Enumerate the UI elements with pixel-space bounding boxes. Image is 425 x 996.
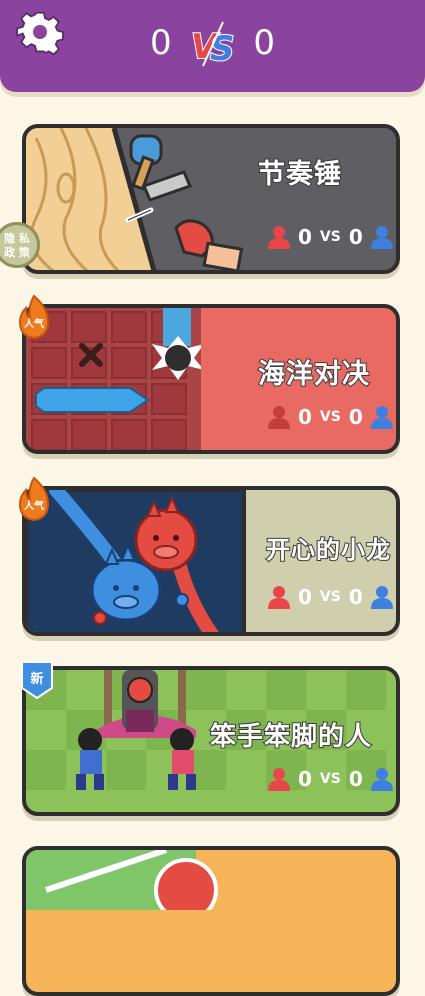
red-player-icon bbox=[268, 768, 290, 791]
partial-card-illustration bbox=[26, 850, 218, 910]
right-score: 0 bbox=[348, 225, 363, 249]
hot-badge-label: 人气 bbox=[24, 499, 44, 512]
blue-player-icon bbox=[370, 586, 393, 609]
right-total-score: 0 bbox=[253, 22, 275, 63]
right-score: 0 bbox=[348, 585, 363, 609]
game-card-happy-dragon[interactable]: 开心的小龙 0 VS 0 bbox=[22, 486, 400, 636]
blue-player-icon bbox=[370, 406, 393, 429]
game-title: 海洋对决 bbox=[257, 358, 370, 391]
new-badge-icon: 新 bbox=[21, 661, 53, 700]
hot-badge-label: 人气 bbox=[24, 317, 44, 330]
game-card-ocean-battle[interactable]: 海洋对决 0 VS 0 bbox=[22, 304, 400, 454]
hot-badge-icon: 人气 bbox=[18, 294, 50, 340]
left-score: 0 bbox=[298, 767, 312, 791]
vs-logo-icon: V S bbox=[190, 21, 235, 68]
game-title: 开心的小龙 bbox=[265, 535, 391, 565]
vs-label: VS bbox=[319, 589, 341, 605]
total-score: 0 V S 0 bbox=[0, 16, 425, 68]
vs-label: VS bbox=[319, 409, 341, 425]
red-player-icon bbox=[268, 406, 290, 429]
game-title: 笨手笨脚的人 bbox=[209, 721, 373, 753]
blue-player-icon bbox=[370, 768, 393, 791]
game-score-row: 0 VS 0 bbox=[266, 766, 395, 792]
game-card-rhythm-hammer[interactable]: 节奏锤 0 VS 0 bbox=[22, 124, 400, 274]
blue-player-icon bbox=[370, 226, 393, 249]
game-card-clumsy-people[interactable]: 笨手笨脚的人 0 VS 0 bbox=[22, 666, 400, 816]
right-score: 0 bbox=[348, 767, 363, 791]
left-total-score: 0 bbox=[150, 22, 172, 63]
privacy-label-line1: 隐 私 bbox=[4, 232, 30, 245]
left-score: 0 bbox=[298, 585, 312, 609]
left-score: 0 bbox=[298, 405, 312, 429]
red-player-icon bbox=[268, 226, 290, 249]
game-score-row: 0 VS 0 bbox=[266, 404, 395, 430]
game-score-row: 0 VS 0 bbox=[266, 224, 395, 250]
privacy-label-line2: 政 策 bbox=[4, 246, 30, 259]
game-card-partial[interactable] bbox=[22, 846, 400, 996]
hot-badge-icon: 人气 bbox=[18, 476, 50, 522]
red-player-icon bbox=[268, 586, 290, 609]
game-score-row: 0 VS 0 bbox=[266, 584, 395, 610]
happy-dragon-illustration bbox=[26, 490, 246, 632]
vs-label: VS bbox=[319, 229, 341, 245]
rhythm-hammer-illustration bbox=[26, 128, 244, 270]
new-badge-label: 新 bbox=[30, 671, 43, 687]
top-bar: 0 V S 0 bbox=[0, 0, 425, 92]
vs-label: VS bbox=[319, 771, 341, 787]
game-title: 节奏锤 bbox=[257, 158, 342, 191]
svg-text:S: S bbox=[210, 29, 235, 68]
right-score: 0 bbox=[348, 405, 363, 429]
left-score: 0 bbox=[298, 225, 312, 249]
